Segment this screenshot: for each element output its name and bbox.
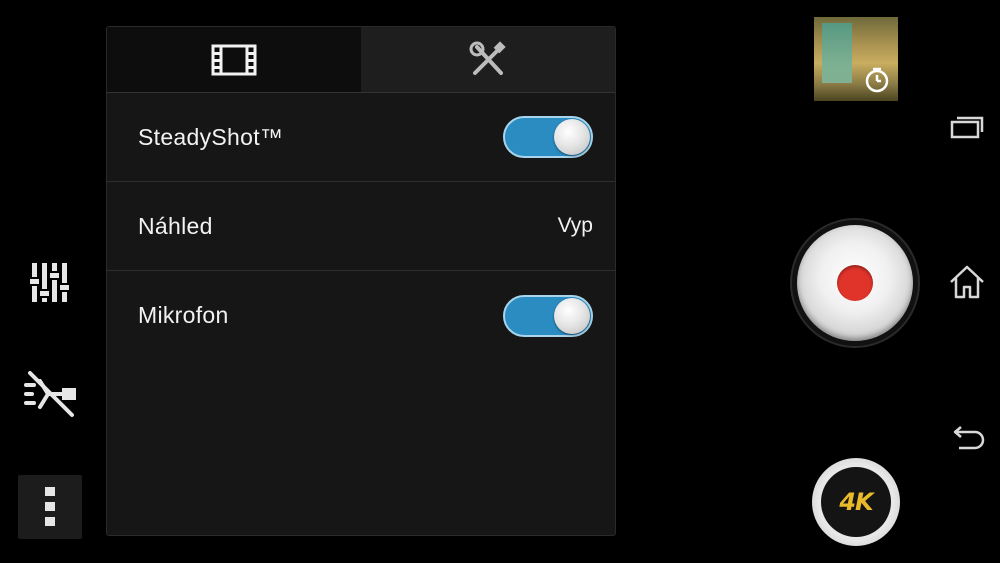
film-icon bbox=[211, 44, 257, 75]
setting-row-steadyshot[interactable]: SteadyShot™ bbox=[107, 93, 615, 182]
home-icon bbox=[950, 265, 984, 299]
setting-label: Náhled bbox=[138, 212, 213, 239]
setting-label: Mikrofon bbox=[138, 302, 229, 328]
settings-panel: SteadyShot™ Náhled Vyp Mikrofon bbox=[106, 26, 616, 536]
tools-icon bbox=[469, 40, 506, 75]
4k-badge: 4K bbox=[821, 467, 891, 537]
microphone-toggle[interactable] bbox=[503, 294, 593, 337]
tab-video-settings[interactable] bbox=[107, 27, 361, 92]
record-button[interactable] bbox=[790, 218, 920, 348]
last-capture-thumbnail[interactable] bbox=[814, 17, 898, 101]
recent-apps-button[interactable] bbox=[944, 106, 990, 146]
record-button-face bbox=[797, 225, 913, 341]
steadyshot-toggle[interactable] bbox=[503, 116, 593, 158]
thumbnail-image-detail bbox=[822, 23, 852, 83]
back-button[interactable] bbox=[944, 418, 990, 458]
toggle-knob bbox=[554, 297, 590, 334]
camera-settings-button[interactable] bbox=[22, 252, 78, 312]
setting-row-microphone[interactable]: Mikrofon bbox=[107, 271, 615, 360]
more-options-button[interactable] bbox=[18, 475, 82, 539]
video-4k-mode-button[interactable]: 4K bbox=[812, 458, 900, 546]
setting-row-preview[interactable]: Náhled Vyp bbox=[107, 182, 615, 271]
flash-off-icon bbox=[24, 371, 76, 417]
more-vertical-icon bbox=[45, 487, 55, 526]
recent-apps-icon bbox=[950, 116, 984, 139]
tab-general-settings[interactable] bbox=[361, 27, 615, 92]
self-timer-icon bbox=[865, 67, 889, 93]
back-icon bbox=[953, 426, 985, 450]
settings-tabs bbox=[107, 27, 615, 93]
toggle-knob bbox=[554, 119, 590, 155]
flash-button[interactable] bbox=[18, 362, 82, 426]
record-icon bbox=[837, 265, 873, 301]
home-button[interactable] bbox=[944, 262, 990, 302]
setting-label: SteadyShot™ bbox=[138, 123, 284, 150]
sliders-icon bbox=[30, 263, 69, 302]
setting-value: Vyp bbox=[557, 214, 593, 237]
